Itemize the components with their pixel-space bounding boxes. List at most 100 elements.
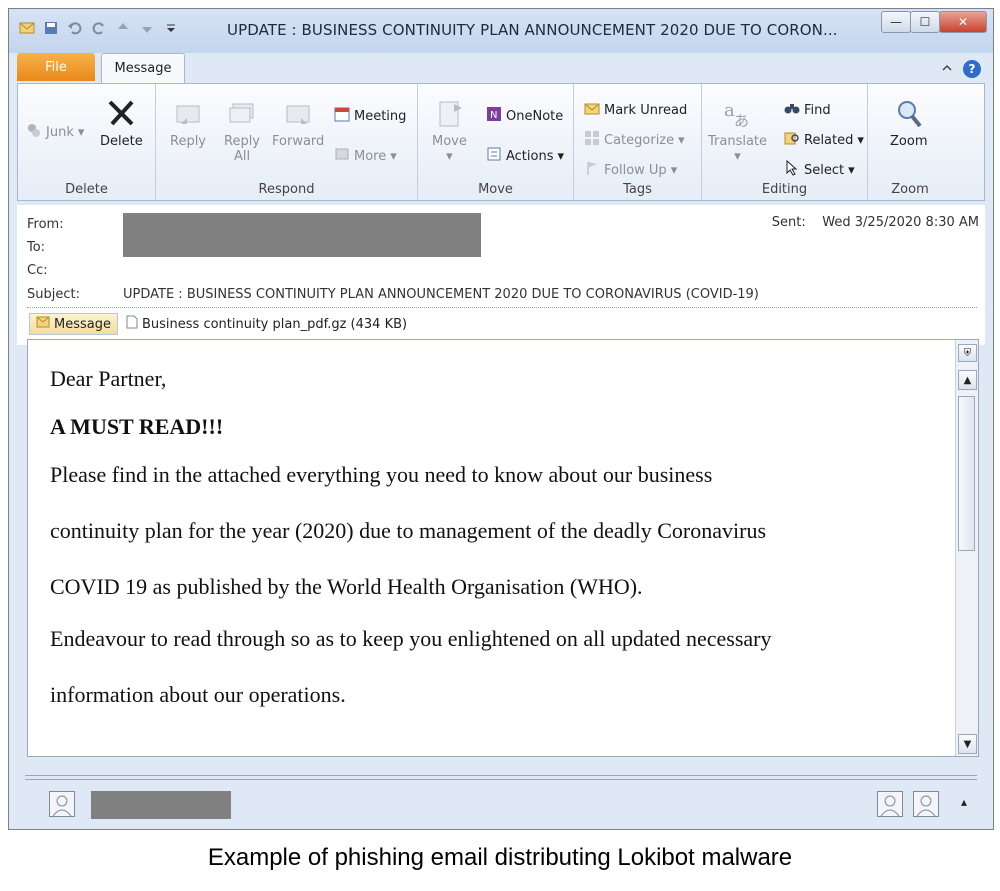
- cursor-icon: [784, 159, 800, 180]
- contact-avatar-3[interactable]: [913, 791, 939, 817]
- scroll-up-button[interactable]: ▲: [958, 370, 977, 390]
- group-label-zoom: Zoom: [891, 182, 929, 197]
- ribbon-group-zoom: Zoom Zoom: [868, 84, 952, 200]
- junk-button[interactable]: Junk ▾: [26, 122, 84, 142]
- contact-avatar[interactable]: [49, 791, 75, 817]
- tab-message[interactable]: Message: [101, 53, 185, 83]
- group-label-tags: Tags: [623, 182, 652, 197]
- onenote-icon: N: [486, 106, 502, 126]
- subject-label: Subject:: [27, 287, 80, 302]
- message-body[interactable]: Dear Partner, A MUST READ!!! Please find…: [27, 339, 979, 757]
- find-label: Find: [804, 102, 831, 118]
- more-button[interactable]: More ▾: [334, 146, 397, 166]
- body-line-4: Endeavour to read through so as to keep …: [50, 626, 772, 651]
- translate-icon: aあ: [721, 96, 755, 130]
- delete-button[interactable]: Delete: [100, 96, 143, 149]
- body-line-5: information about our operations.: [50, 682, 346, 707]
- sent-label: Sent:: [771, 215, 806, 230]
- undo-icon[interactable]: [67, 20, 83, 36]
- junk-icon: [26, 122, 42, 142]
- actions-button[interactable]: Actions ▾: [486, 146, 564, 166]
- subject-value: UPDATE : BUSINESS CONTINUITY PLAN ANNOUN…: [123, 287, 759, 302]
- expand-people-pane-icon[interactable]: ▴: [961, 795, 967, 809]
- binoculars-icon: [784, 100, 800, 120]
- flag-icon: [584, 160, 600, 180]
- follow-up-button[interactable]: Follow Up ▾: [584, 160, 677, 180]
- minimize-button[interactable]: —: [881, 11, 911, 33]
- translate-button[interactable]: aあ Translate ▾: [708, 96, 767, 164]
- reply-icon: [171, 96, 205, 130]
- onenote-label: OneNote: [506, 108, 564, 124]
- attachment-file[interactable]: Business continuity plan_pdf.gz (434 KB): [126, 315, 407, 333]
- attachment-filename: Business continuity plan_pdf.gz (434 KB): [141, 316, 408, 332]
- people-pane-splitter[interactable]: [25, 775, 977, 780]
- body-line-3: COVID 19 as published by the World Healt…: [50, 574, 643, 599]
- close-button[interactable]: ✕: [939, 11, 987, 33]
- vertical-scrollbar[interactable]: ⛨ ▲ ▼: [955, 340, 978, 756]
- mark-unread-button[interactable]: Mark Unread: [584, 100, 687, 120]
- security-icon[interactable]: ⛨: [958, 344, 977, 362]
- ribbon-group-editing: aあ Translate ▾ Find Related ▾ Select ▾ Edi…: [702, 84, 868, 200]
- zoom-button[interactable]: Zoom: [890, 96, 927, 149]
- ribbon-group-delete: Junk ▾ Delete Delete: [18, 84, 156, 200]
- svg-text:あ: あ: [734, 112, 749, 128]
- group-label-respond: Respond: [258, 182, 315, 197]
- body-line-1: Please find in the attached everything y…: [50, 462, 713, 487]
- reply-all-button[interactable]: Reply All: [224, 96, 260, 164]
- related-icon: [784, 130, 800, 150]
- forward-icon: [281, 96, 315, 130]
- redacted-contact-name: [91, 791, 231, 819]
- onenote-button[interactable]: N OneNote: [486, 106, 563, 126]
- group-label-move: Move: [478, 182, 513, 197]
- scroll-down-button[interactable]: ▼: [958, 734, 977, 754]
- move-button[interactable]: Move ▾: [432, 96, 467, 164]
- ribbon-tabs: File Message ?: [9, 53, 993, 83]
- delete-x-icon: [104, 96, 138, 130]
- redo-icon[interactable]: [91, 20, 107, 36]
- save-icon[interactable]: [43, 20, 59, 36]
- ribbon-group-move: Move ▾ N OneNote Actions ▾ Move: [418, 84, 574, 200]
- mark-unread-label: Mark Unread: [604, 102, 688, 118]
- ribbon: Junk ▾ Delete Delete Reply Reply All Forw…: [17, 83, 985, 201]
- message-attachment-tab[interactable]: Message: [29, 313, 118, 335]
- window-controls: — ☐ ✕: [881, 11, 987, 33]
- customize-toolbar-icon[interactable]: [163, 20, 179, 36]
- envelope-icon: [36, 316, 50, 332]
- reply-all-icon: [225, 96, 259, 130]
- to-label: To:: [27, 240, 46, 255]
- categorize-label: Categorize: [604, 132, 675, 148]
- meeting-button[interactable]: Meeting: [334, 106, 406, 126]
- forward-label: Forward: [272, 134, 325, 149]
- message-tab-label: Message: [54, 316, 111, 332]
- related-button[interactable]: Related ▾: [784, 130, 864, 150]
- people-pane: ▴: [9, 771, 993, 829]
- svg-text:N: N: [490, 110, 497, 121]
- outlook-message-window: UPDATE : BUSINESS CONTINUITY PLAN ANNOUN…: [8, 8, 994, 830]
- message-content: Dear Partner, A MUST READ!!! Please find…: [50, 358, 930, 708]
- contact-avatar-2[interactable]: [877, 791, 903, 817]
- sent-value: Wed 3/25/2020 8:30 AM: [822, 215, 979, 230]
- figure-caption: Example of phishing email distributing L…: [207, 844, 793, 871]
- forward-button[interactable]: Forward: [272, 96, 324, 149]
- body-line-2: continuity plan for the year (2020) due …: [50, 518, 767, 543]
- maximize-button[interactable]: ☐: [910, 11, 940, 33]
- magnifier-icon: [892, 96, 926, 130]
- select-button[interactable]: Select ▾: [784, 159, 855, 180]
- minimize-ribbon-icon[interactable]: [941, 59, 953, 78]
- scroll-thumb[interactable]: [958, 396, 975, 551]
- tab-file[interactable]: File: [17, 53, 95, 81]
- mark-unread-icon: [584, 100, 600, 120]
- find-button[interactable]: Find: [784, 100, 831, 120]
- ribbon-tab-controls: ?: [941, 59, 981, 78]
- down-arrow-icon[interactable]: [139, 20, 155, 36]
- categorize-button[interactable]: Categorize ▾: [584, 130, 685, 150]
- help-icon[interactable]: ?: [963, 59, 981, 78]
- sent-info: Sent: Wed 3/25/2020 8:30 AM: [772, 215, 979, 230]
- meeting-label: Meeting: [354, 108, 407, 124]
- up-arrow-icon[interactable]: [115, 20, 131, 36]
- zoom-label: Zoom: [890, 134, 928, 149]
- file-icon: [126, 315, 138, 333]
- reply-button[interactable]: Reply: [170, 96, 206, 149]
- from-label: From:: [27, 217, 64, 232]
- select-label: Select: [804, 162, 845, 178]
